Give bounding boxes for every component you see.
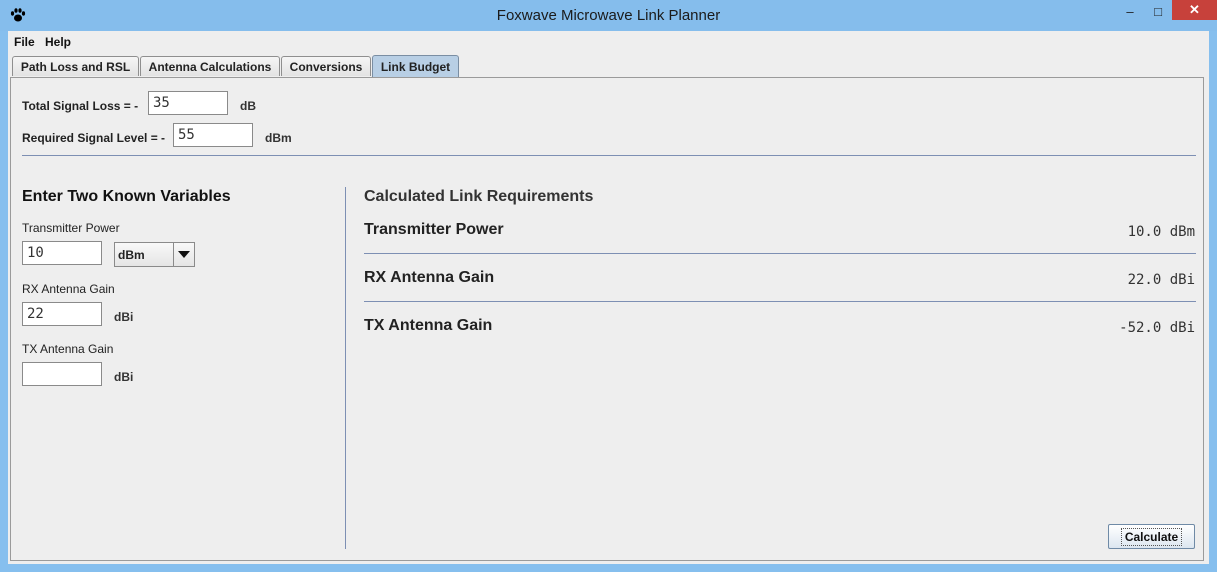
top-divider	[22, 155, 1196, 156]
tab-path-loss[interactable]: Path Loss and RSL	[12, 56, 139, 76]
signal-level-unit: dBm	[265, 131, 292, 145]
client-area: File Help Path Loss and RSL Antenna Calc…	[8, 31, 1209, 564]
result-divider	[364, 253, 1196, 254]
result-divider	[364, 301, 1196, 302]
tab-bar: Path Loss and RSL Antenna Calculations C…	[8, 55, 1209, 77]
rx-antenna-gain-input[interactable]: 22	[22, 302, 102, 326]
transmitter-power-input[interactable]: 10	[22, 241, 102, 265]
power-unit-select[interactable]: dBm	[114, 242, 195, 267]
required-signal-level-input[interactable]: 55	[173, 123, 253, 147]
tx-antenna-gain-input[interactable]	[22, 362, 102, 386]
result-tx-power-value: 10.0 dBm	[1127, 224, 1195, 240]
required-signal-level-label: Required Signal Level = -	[22, 131, 166, 145]
tab-antenna-calculations[interactable]: Antenna Calculations	[140, 56, 280, 76]
total-signal-loss-label: Total Signal Loss = -	[22, 99, 139, 113]
minimize-button[interactable]: –	[1116, 0, 1144, 22]
app-window: Foxwave Microwave Link Planner – □ ✕ Fil…	[0, 0, 1217, 572]
window-title: Foxwave Microwave Link Planner	[496, 7, 721, 24]
transmitter-power-label: Transmitter Power	[22, 221, 120, 235]
result-tx-gain-value: -52.0 dBi	[1119, 320, 1195, 336]
result-tx-power-label: Transmitter Power	[364, 221, 504, 238]
tx-gain-unit: dBi	[114, 370, 134, 384]
close-button[interactable]: ✕	[1172, 0, 1217, 20]
result-tx-gain-label: TX Antenna Gain	[364, 317, 493, 334]
signal-loss-unit: dB	[240, 99, 256, 113]
tab-conversions[interactable]: Conversions	[281, 56, 371, 76]
maximize-button[interactable]: □	[1144, 0, 1172, 22]
chevron-down-icon[interactable]	[173, 243, 194, 266]
menu-file[interactable]: File	[14, 35, 35, 49]
result-rx-gain-label: RX Antenna Gain	[364, 269, 495, 286]
rx-gain-unit: dBi	[114, 310, 134, 324]
power-unit-selected: dBm	[118, 248, 145, 262]
menu-help[interactable]: Help	[45, 35, 71, 49]
tx-antenna-gain-label: TX Antenna Gain	[22, 342, 114, 356]
menu-bar: File Help	[8, 31, 1209, 53]
calculate-label: Calculate	[1120, 527, 1183, 546]
results-heading: Calculated Link Requirements	[364, 188, 594, 205]
title-bar[interactable]: Foxwave Microwave Link Planner – □ ✕	[0, 0, 1217, 31]
total-signal-loss-input[interactable]: 35	[148, 91, 228, 115]
rx-antenna-gain-label: RX Antenna Gain	[22, 282, 115, 296]
result-rx-gain-value: 22.0 dBi	[1127, 272, 1195, 288]
calculate-button[interactable]: Calculate	[1108, 524, 1195, 549]
link-budget-panel: Total Signal Loss = - 35 dB Required Sig…	[10, 77, 1204, 561]
known-variables-heading: Enter Two Known Variables	[22, 188, 231, 205]
tab-link-budget[interactable]: Link Budget	[372, 55, 459, 77]
column-divider	[345, 187, 346, 549]
